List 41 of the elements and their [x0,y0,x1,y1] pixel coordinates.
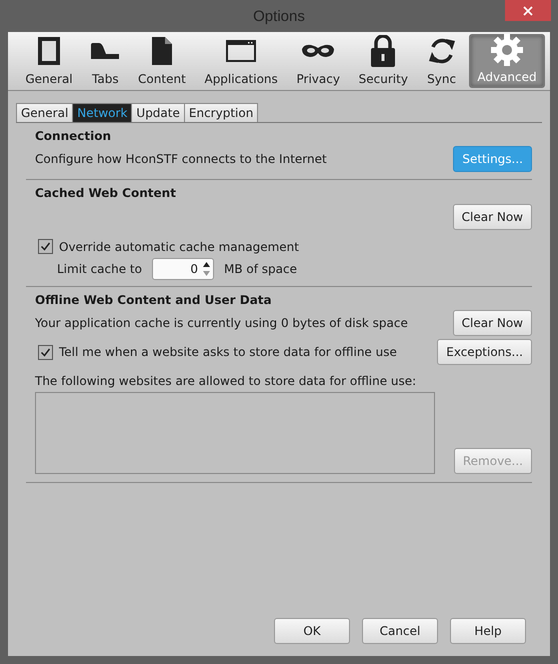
clear-now-button[interactable]: Clear Now [452,310,532,336]
cache-size-spinner[interactable]: 0 [152,258,214,280]
pane-button[interactable]: Content [132,32,192,90]
section-heading: Cached Web Content [34,186,177,200]
tab-icon [91,43,120,59]
clear-now-button[interactable]: Clear Now [452,204,532,230]
window-icon [36,36,61,66]
pane-button[interactable]: Security [352,32,414,90]
window-icon [226,40,256,62]
close-button[interactable] [505,0,551,21]
unit-label: MB of space [224,262,297,276]
checkbox[interactable] [38,239,53,254]
tab[interactable]: General [16,103,74,122]
close-icon [523,6,533,16]
spin-arrows-icon [202,260,211,278]
checkbox[interactable] [38,344,53,360]
checkbox-label: Tell me when a website asks to store data for offline use [59,345,397,359]
dialog-button[interactable]: OK [274,618,350,644]
tab[interactable]: Update [131,103,185,122]
document-icon [152,37,172,65]
checkbox-label: Override automatic cache management [59,240,299,254]
cache-usage-text: Your application cache is currently using 0 bytes of disk space [35,316,408,330]
section-heading: Connection [34,129,112,143]
window-title: Options [253,8,305,24]
list-caption: The following websites are allowed to store data for offline use: [34,374,418,388]
exceptions-button[interactable]: Exceptions... [437,339,532,365]
section-heading: Offline Web Content and User Data [34,293,273,307]
tab[interactable]: Encryption [184,103,258,122]
dialog-button[interactable]: Cancel [362,618,438,644]
pane-button[interactable]: Privacy [290,32,346,90]
mask-icon [302,44,334,58]
sync-icon [426,36,457,66]
pane-button[interactable]: Applications [198,32,284,90]
pane-button[interactable]: General [19,32,79,90]
pane-button[interactable]: Sync [420,32,463,90]
connection-description: Configure how HconSTF connects to the Internet [35,152,327,166]
limit-label: Limit cache to [57,262,142,276]
dialog-button[interactable]: Help [450,618,526,644]
tab[interactable]: Network [72,103,132,122]
padlock-icon [371,35,396,67]
pane-button[interactable]: Tabs [85,32,126,90]
